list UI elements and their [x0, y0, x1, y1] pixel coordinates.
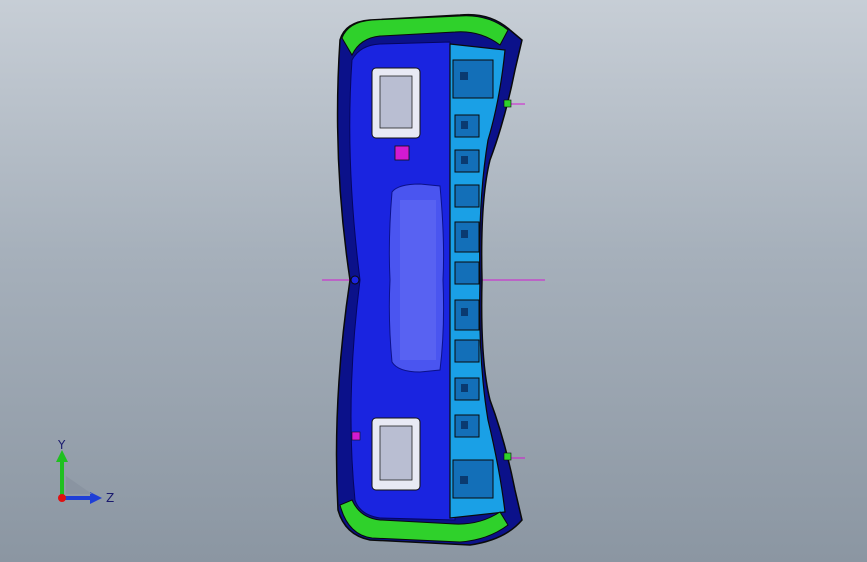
z-axis-label: Z [106, 491, 114, 505]
y-axis-label: Y [57, 438, 66, 452]
center-datum-point [350, 275, 360, 285]
cad-3d-viewport[interactable] [0, 0, 867, 562]
coordinate-triad: Y Z [56, 438, 114, 505]
x-axis-origin-dot [58, 494, 66, 502]
xy-plane-indicator [66, 476, 92, 494]
center-pad-highlight [400, 200, 436, 360]
